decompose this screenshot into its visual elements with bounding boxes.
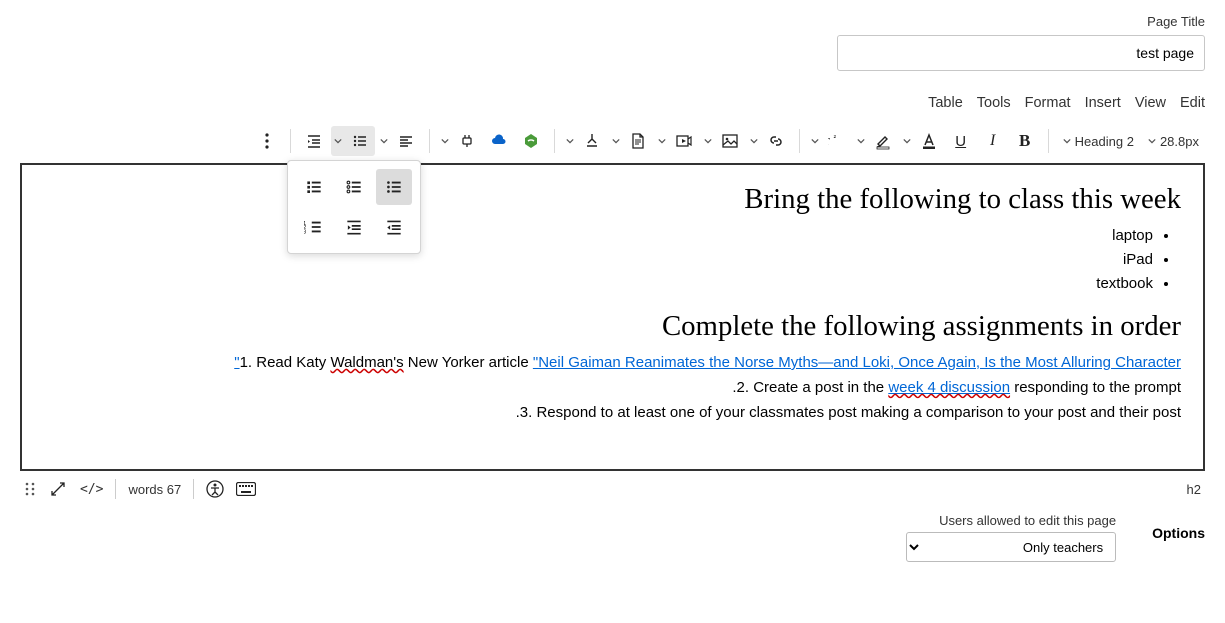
editor-menubar: Edit View Insert Format Tools Table bbox=[20, 95, 1205, 111]
block-format-select[interactable]: Heading 2 bbox=[1057, 127, 1140, 155]
options-heading: Options bbox=[1152, 525, 1205, 541]
align-button[interactable] bbox=[377, 126, 421, 156]
link-discussion[interactable]: week 4 discussion bbox=[888, 379, 1010, 396]
font-size-select[interactable]: 28.8px bbox=[1142, 127, 1205, 155]
list-item: 2. Create a post in the week 4 discussio… bbox=[44, 376, 1181, 401]
outdent-button[interactable] bbox=[299, 126, 329, 156]
heading-2: Complete the following assignments in or… bbox=[44, 310, 1181, 343]
text-color-button[interactable] bbox=[900, 126, 944, 156]
app-button[interactable] bbox=[563, 126, 607, 156]
plugin-green-icon[interactable] bbox=[516, 126, 546, 156]
media-button[interactable] bbox=[655, 126, 699, 156]
svg-text:T: T bbox=[828, 136, 830, 148]
underline-button[interactable]: U bbox=[946, 126, 976, 156]
menu-insert[interactable]: Insert bbox=[1085, 95, 1121, 111]
keyboard-icon[interactable] bbox=[236, 482, 256, 496]
resize-handle-icon[interactable] bbox=[48, 479, 68, 499]
editor-content[interactable]: Bring the following to class this week l… bbox=[20, 163, 1205, 471]
highlight-color-button[interactable] bbox=[854, 126, 898, 156]
list-item: textbook bbox=[44, 272, 1153, 296]
menu-table[interactable]: Table bbox=[928, 95, 963, 111]
dd-bullet-circle[interactable] bbox=[336, 169, 372, 205]
image-button[interactable] bbox=[701, 126, 745, 156]
dd-numbered[interactable]: 123 bbox=[296, 209, 332, 245]
link-button[interactable] bbox=[747, 126, 791, 156]
svg-text:3: 3 bbox=[304, 230, 306, 236]
list-item: laptop bbox=[44, 224, 1153, 248]
ordered-list: 1. Read Katy Waldman's New Yorker articl… bbox=[44, 351, 1181, 425]
document-button[interactable] bbox=[609, 126, 653, 156]
accessibility-icon[interactable] bbox=[206, 480, 224, 498]
editor-statusbar: h2 67 words </> bbox=[20, 471, 1205, 507]
italic-button[interactable]: I bbox=[978, 126, 1008, 156]
more-button[interactable] bbox=[252, 126, 282, 156]
menu-format[interactable]: Format bbox=[1025, 95, 1071, 111]
svg-text:²: ² bbox=[833, 135, 836, 142]
heading-1: Bring the following to class this week bbox=[44, 183, 1181, 216]
clear-format-button[interactable]: T² bbox=[808, 126, 852, 156]
plug-button[interactable] bbox=[438, 126, 482, 156]
editor-toolbar: 28.8px Heading 2 B I U T² bbox=[20, 123, 1205, 159]
page-title-input[interactable] bbox=[837, 35, 1205, 71]
users-allowed-select[interactable]: Only teachers bbox=[906, 532, 1116, 562]
cloud-blue-icon[interactable] bbox=[484, 126, 514, 156]
drag-handle-icon[interactable] bbox=[24, 481, 36, 497]
list-item: iPad bbox=[44, 248, 1153, 272]
list-item: 3. Respond to at least one of your class… bbox=[44, 401, 1181, 426]
list-item: 1. Read Katy Waldman's New Yorker articl… bbox=[44, 351, 1181, 376]
dd-bullet-disc[interactable] bbox=[376, 169, 412, 205]
code-view-button[interactable]: </> bbox=[80, 482, 103, 497]
dd-bullet-square[interactable] bbox=[296, 169, 332, 205]
menu-tools[interactable]: Tools bbox=[977, 95, 1011, 111]
page-title-label: Page Title bbox=[20, 14, 1205, 29]
list-dropdown: 123 bbox=[287, 160, 421, 254]
dd-indent-decrease[interactable] bbox=[336, 209, 372, 245]
menu-view[interactable]: View bbox=[1135, 95, 1166, 111]
users-allowed-label: Users allowed to edit this page bbox=[906, 513, 1116, 528]
word-count: 67 words bbox=[128, 482, 181, 497]
menu-edit[interactable]: Edit bbox=[1180, 95, 1205, 111]
dd-indent-increase[interactable] bbox=[376, 209, 412, 245]
bullet-list: laptop iPad textbook bbox=[44, 224, 1181, 296]
bold-button[interactable]: B bbox=[1010, 126, 1040, 156]
element-path[interactable]: h2 bbox=[1187, 482, 1201, 497]
list-button[interactable] bbox=[331, 126, 375, 156]
